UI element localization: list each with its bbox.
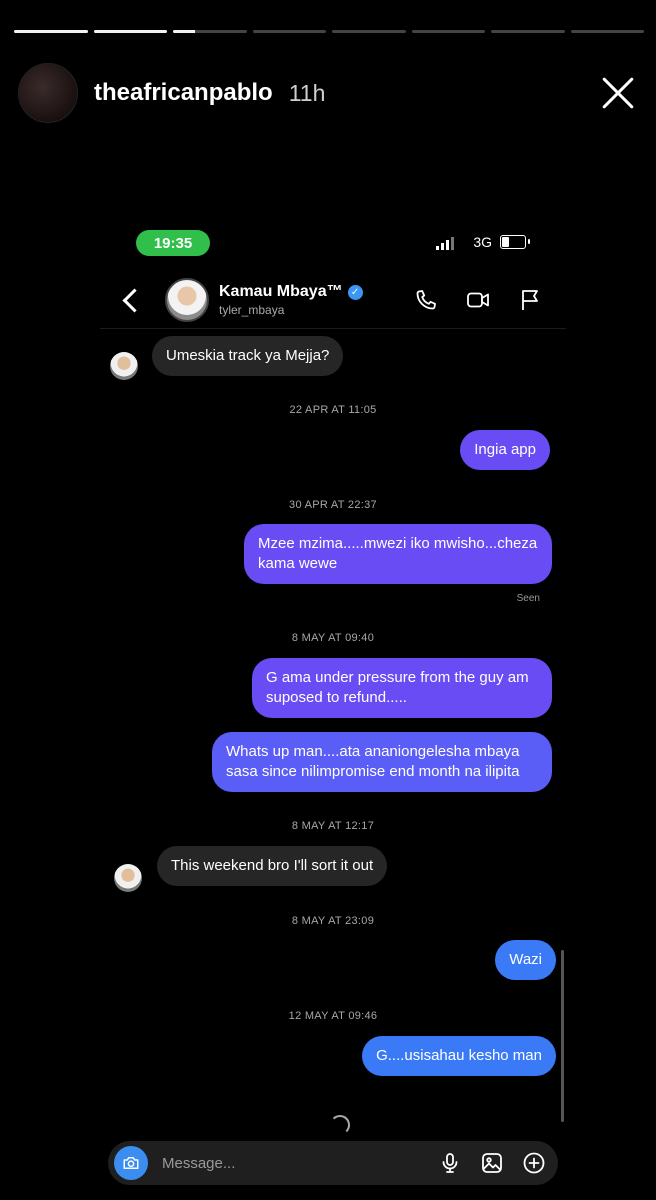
story-username[interactable]: theafricanpablo — [94, 79, 273, 107]
message-composer — [108, 1141, 558, 1185]
timestamp: 8 MAY AT 23:09 — [291, 915, 375, 927]
story-time: 11h — [288, 79, 326, 106]
video-call-icon[interactable] — [466, 288, 490, 312]
gallery-icon[interactable] — [480, 1151, 504, 1175]
scrollbar[interactable] — [561, 950, 564, 1122]
phone-call-icon[interactable] — [414, 288, 438, 312]
story-progress-segment — [173, 30, 247, 33]
timestamp: 8 MAY AT 09:40 — [291, 632, 375, 644]
contact-username: tyler_mbaya — [219, 303, 285, 317]
story-progress-segment — [252, 30, 326, 33]
story-progress-segment — [570, 30, 644, 33]
timestamp: 22 APR AT 11:05 — [289, 404, 377, 416]
verified-icon: ✓ — [347, 284, 363, 300]
sender-avatar — [110, 352, 138, 380]
flag-icon[interactable] — [518, 288, 542, 312]
story-progress-segment — [14, 30, 88, 33]
timestamp: 8 MAY AT 12:17 — [291, 820, 375, 832]
story-header: theafricanpablo 11h — [18, 62, 636, 124]
message-bubble-outgoing[interactable]: G ama under pressure from the guy am sup… — [252, 658, 552, 718]
story-progress — [14, 30, 644, 33]
message-bubble-outgoing[interactable]: Wazi — [495, 940, 556, 980]
message-thread[interactable]: Umeskia track ya Mejja? 22 APR AT 11:05 … — [100, 330, 566, 1135]
message-bubble-outgoing[interactable]: Whats up man....ata ananiongelesha mbaya… — [212, 732, 552, 792]
add-icon[interactable] — [522, 1151, 546, 1175]
message-bubble-outgoing[interactable]: Mzee mzima.....mwezi iko mwisho...cheza … — [244, 524, 552, 584]
contact-info[interactable]: Kamau Mbaya™ ✓ tyler_mbaya — [219, 283, 363, 317]
close-icon[interactable] — [600, 75, 636, 111]
network-type: 3G — [473, 234, 492, 250]
message-input[interactable] — [160, 1153, 438, 1173]
header-divider — [100, 328, 566, 329]
back-icon[interactable] — [122, 287, 147, 313]
status-bar: 19:35 3G — [136, 230, 530, 256]
story-progress-segment — [93, 30, 167, 33]
loading-spinner-icon — [330, 1115, 350, 1135]
story-progress-segment — [332, 30, 406, 33]
seen-status: Seen — [516, 593, 540, 604]
message-bubble-incoming[interactable]: Umeskia track ya Mejja? — [152, 336, 344, 376]
signal-icon — [436, 236, 454, 250]
microphone-icon[interactable] — [438, 1151, 462, 1175]
dm-screenshot: 19:35 3G Kamau Mbaya™ ✓ tyler_mbaya Umes… — [100, 218, 566, 1193]
contact-name: Kamau Mbaya™ — [219, 283, 343, 300]
story-progress-segment — [411, 30, 485, 33]
story-progress-segment — [491, 30, 565, 33]
message-bubble-incoming[interactable]: This weekend bro I'll sort it out — [157, 846, 388, 886]
battery-icon — [500, 235, 530, 249]
story-avatar[interactable] — [18, 63, 78, 123]
contact-avatar[interactable] — [165, 278, 209, 322]
chat-header: Kamau Mbaya™ ✓ tyler_mbaya — [114, 274, 552, 326]
sender-avatar — [114, 864, 142, 892]
timestamp: 12 MAY AT 09:46 — [288, 1010, 378, 1022]
camera-button[interactable] — [114, 1146, 148, 1180]
camera-icon — [123, 1157, 139, 1169]
status-time: 19:35 — [136, 230, 210, 256]
message-bubble-outgoing[interactable]: G....usisahau kesho man — [362, 1036, 556, 1076]
timestamp: 30 APR AT 22:37 — [289, 499, 377, 511]
message-bubble-outgoing[interactable]: Ingia app — [460, 430, 550, 470]
